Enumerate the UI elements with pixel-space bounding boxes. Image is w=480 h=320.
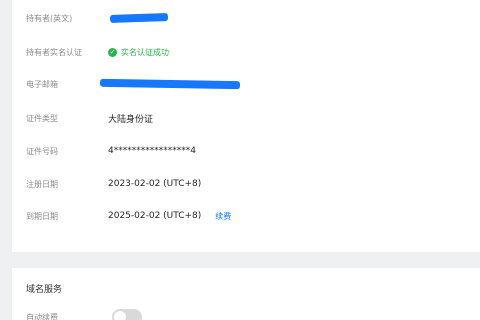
- id-type-label: 证件类型: [26, 113, 58, 123]
- exp-date-row: 到期日期 2025-02-02 (UTC+8) 续费: [26, 206, 480, 226]
- auto-renew-row: 自动续费: [26, 309, 142, 320]
- email-row: 电子邮箱: [26, 74, 480, 94]
- real-name-row: 持有者实名认证 ✓ 实名认证成功: [26, 42, 480, 62]
- holder-name-label: 持有者(英文): [26, 13, 73, 23]
- reg-date-label: 注册日期: [26, 179, 58, 189]
- exp-date-value: 2025-02-02 (UTC+8): [108, 211, 202, 221]
- check-circle-icon: ✓: [108, 47, 117, 57]
- real-name-status-text: 实名认证成功: [121, 47, 169, 57]
- id-number-row: 证件号码 4*****************4: [26, 141, 480, 161]
- id-type-value: 大陆身份证: [108, 114, 154, 125]
- id-number-value: 4*****************4: [108, 146, 196, 156]
- auto-renew-label: 自动续费: [26, 312, 58, 320]
- real-name-label: 持有者实名认证: [26, 47, 82, 57]
- page: 持有者(英文) 持有者实名认证 ✓ 实名认证成功 电子邮箱 证件类型 大陆身份证…: [0, 0, 480, 320]
- holder-name-redaction: [109, 12, 169, 24]
- domain-info-card: 持有者(英文) 持有者实名认证 ✓ 实名认证成功 电子邮箱 证件类型 大陆身份证…: [12, 0, 480, 252]
- holder-name-row: 持有者(英文): [26, 8, 480, 28]
- domain-service-card: 域名服务 自动续费: [12, 268, 480, 320]
- section-title: 域名服务: [26, 285, 63, 295]
- toggle-knob: [114, 311, 126, 320]
- reg-date-row: 注册日期 2023-02-02 (UTC+8): [26, 174, 480, 194]
- email-redaction: [99, 78, 241, 90]
- renew-link[interactable]: 续费: [215, 211, 231, 222]
- real-name-status: ✓ 实名认证成功: [108, 47, 169, 58]
- id-number-label: 证件号码: [26, 146, 58, 156]
- email-label: 电子邮箱: [26, 79, 58, 89]
- auto-renew-toggle[interactable]: [112, 309, 142, 320]
- reg-date-value: 2023-02-02 (UTC+8): [108, 179, 202, 189]
- id-type-row: 证件类型 大陆身份证: [26, 108, 480, 128]
- exp-date-label: 到期日期: [26, 211, 58, 221]
